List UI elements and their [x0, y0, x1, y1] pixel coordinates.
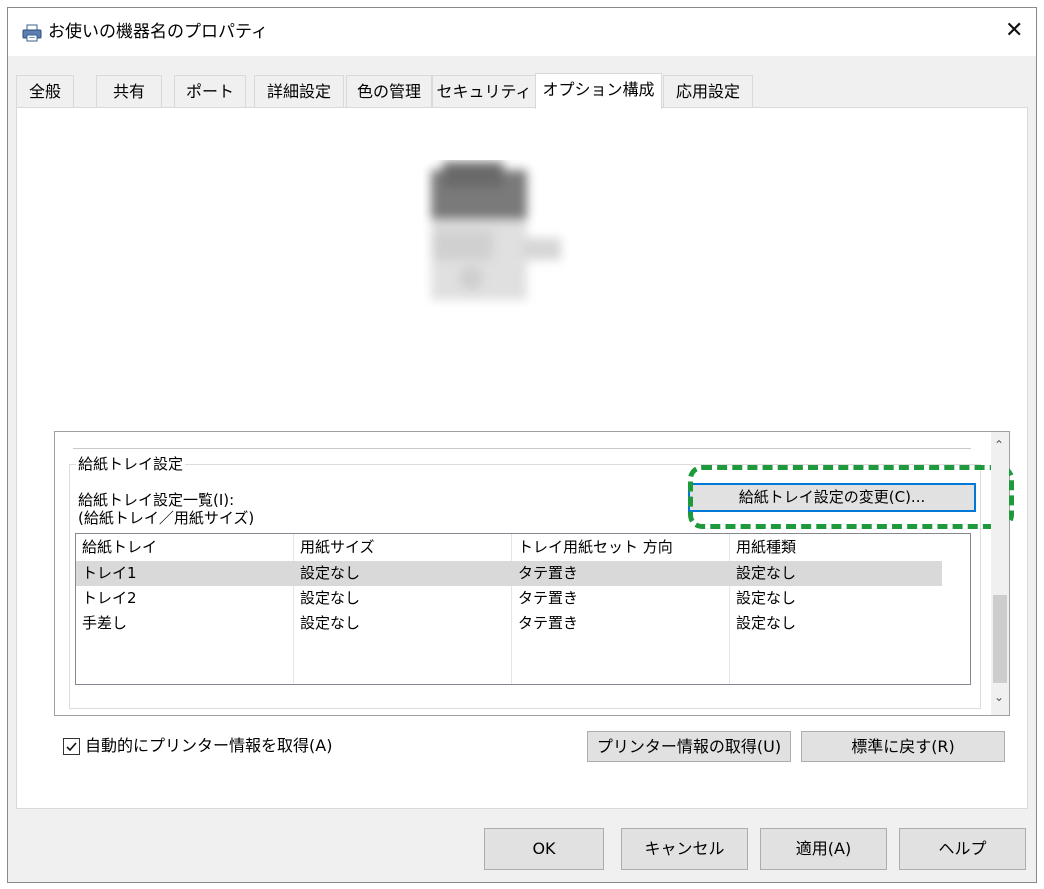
checkmark-icon: [66, 742, 77, 752]
table-row[interactable]: トレイ2 設定なし タテ置き 設定なし: [76, 586, 942, 611]
get-printer-info-button[interactable]: プリンター情報の取得(U): [587, 731, 791, 762]
table-row[interactable]: トレイ1 設定なし タテ置き 設定なし: [76, 561, 942, 586]
cell-tray: トレイ1: [82, 564, 137, 582]
tray-list[interactable]: 給紙トレイ 用紙サイズ トレイ用紙セット 方向 用紙種類 トレイ1 設定なし タ…: [75, 533, 971, 685]
scroll-down-icon[interactable]: ⌄: [994, 690, 1004, 704]
cancel-button[interactable]: キャンセル: [621, 828, 748, 870]
tray-list-subcaption: (給紙トレイ／用紙サイズ): [78, 509, 255, 527]
close-icon: ✕: [1005, 18, 1024, 43]
callout-highlight: [688, 465, 1014, 529]
auto-get-info-checkbox[interactable]: [63, 738, 80, 755]
tray-settings-scroll-pane[interactable]: 給紙トレイ設定 給紙トレイ設定一覧(I): (給紙トレイ／用紙サイズ) 給紙トレ…: [54, 431, 1014, 716]
properties-dialog: お使いの機器名のプロパティ ✕ 全般 共有 ポート 詳細設定 色の管理 セキュリ…: [7, 7, 1037, 883]
column-header-tray[interactable]: 給紙トレイ: [76, 534, 292, 560]
column-header-paper-type[interactable]: 用紙種類: [730, 534, 942, 560]
tray-settings-group: 給紙トレイ設定 給紙トレイ設定一覧(I): (給紙トレイ／用紙サイズ) 給紙トレ…: [69, 455, 1014, 709]
column-header-paper-size[interactable]: 用紙サイズ: [294, 534, 510, 560]
cell-direction: タテ置き: [518, 589, 579, 607]
vertical-scrollbar[interactable]: ⌃ ⌄: [991, 432, 1009, 715]
tab-ports[interactable]: ポート: [174, 75, 246, 108]
tab-security[interactable]: セキュリティ: [432, 75, 536, 108]
ok-button[interactable]: OK: [484, 828, 604, 870]
tray-list-caption: 給紙トレイ設定一覧(I):: [78, 491, 235, 509]
tab-options[interactable]: オプション構成: [535, 73, 662, 109]
tab-advanced[interactable]: 詳細設定: [254, 75, 344, 108]
auto-get-info-label: 自動的にプリンター情報を取得(A): [85, 736, 333, 755]
cell-paper-type: 設定なし: [736, 614, 797, 632]
close-button[interactable]: ✕: [990, 8, 1036, 56]
tab-applied-settings[interactable]: 応用設定: [663, 75, 753, 108]
tab-strip: 全般 共有 ポート 詳細設定 色の管理 セキュリティ オプション構成 応用設定: [8, 73, 1036, 109]
help-button[interactable]: ヘルプ: [899, 828, 1026, 870]
group-label: 給紙トレイ設定: [76, 455, 186, 474]
tab-sharing[interactable]: 共有: [96, 75, 162, 108]
tab-panel-options: 給紙トレイ設定 給紙トレイ設定一覧(I): (給紙トレイ／用紙サイズ) 給紙トレ…: [16, 107, 1028, 809]
cell-paper-type: 設定なし: [736, 564, 797, 582]
scroll-up-icon[interactable]: ⌃: [994, 438, 1004, 452]
reset-to-default-button[interactable]: 標準に戻す(R): [801, 731, 1005, 762]
cell-tray: 手差し: [82, 614, 128, 632]
cell-direction: タテ置き: [518, 564, 579, 582]
cell-direction: タテ置き: [518, 614, 579, 632]
title-bar: お使いの機器名のプロパティ ✕: [8, 8, 1036, 56]
cell-paper-type: 設定なし: [736, 589, 797, 607]
divider: [73, 448, 971, 449]
cell-tray: トレイ2: [82, 589, 137, 607]
column-header-direction[interactable]: トレイ用紙セット 方向: [512, 534, 728, 560]
tab-general[interactable]: 全般: [16, 75, 74, 108]
scroll-thumb[interactable]: [993, 595, 1007, 683]
cell-paper-size: 設定なし: [300, 564, 361, 582]
cell-paper-size: 設定なし: [300, 614, 361, 632]
cell-paper-size: 設定なし: [300, 589, 361, 607]
apply-button[interactable]: 適用(A): [760, 828, 887, 870]
printer-icon: [22, 24, 42, 42]
table-row[interactable]: 手差し 設定なし タテ置き 設定なし: [76, 611, 942, 636]
window-title: お使いの機器名のプロパティ: [48, 22, 268, 42]
printer-device-image: [431, 162, 561, 300]
tab-color-management[interactable]: 色の管理: [346, 75, 432, 108]
